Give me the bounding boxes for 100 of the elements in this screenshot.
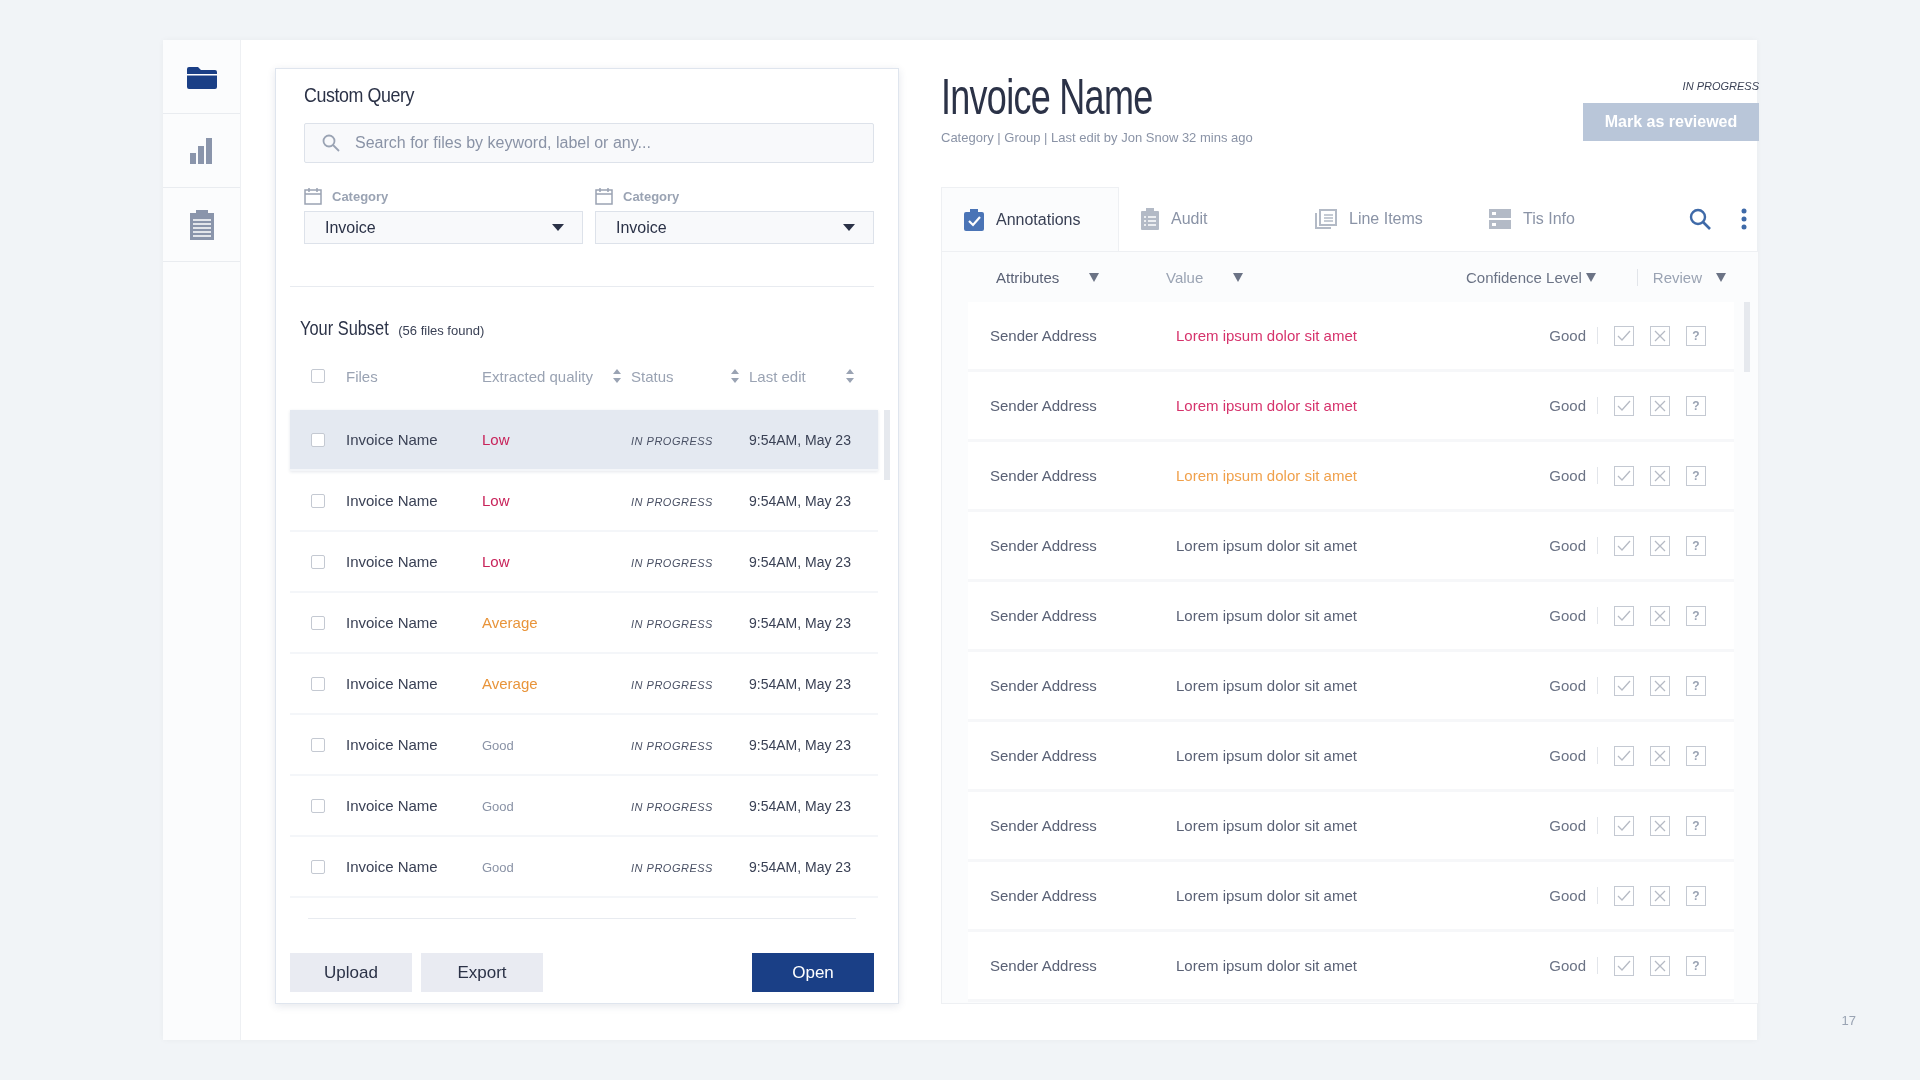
tab[interactable]: Annotations [941,186,1119,252]
attribute-value: Lorem ipsum dolor sit amet [1176,607,1357,624]
action-button[interactable]: Open [752,953,874,992]
filter-label: Category [332,188,389,204]
column-header[interactable]: Files [346,367,378,385]
select-all-checkbox[interactable] [311,369,325,383]
search-icon[interactable] [1689,208,1711,230]
search-icon [322,134,340,152]
tab[interactable]: Tis Info [1467,187,1641,251]
help-button[interactable]: ? [1686,465,1706,486]
bar-chart-icon [189,137,214,164]
reject-button[interactable] [1650,885,1670,906]
document-title: Invoice Name [941,68,1153,126]
column-header[interactable]: Last edit [749,367,806,385]
reject-button[interactable] [1650,815,1670,836]
approve-button[interactable] [1614,815,1634,836]
attribute-value: Lorem ipsum dolor sit amet [1176,397,1357,414]
clipboard-icon [189,209,214,240]
file-row[interactable]: Invoice Name Good IN PROGRESS 9:54AM, May 23 [290,776,878,837]
quality-label: Low [482,553,510,570]
more-options-icon[interactable] [1741,208,1747,230]
reject-button[interactable] [1650,605,1670,626]
confidence-level: Good [1549,817,1598,834]
reject-button[interactable] [1650,395,1670,416]
row-checkbox[interactable] [311,798,325,813]
caret-icon[interactable] [1716,272,1726,282]
filter-label: Category [623,188,680,204]
reject-button[interactable] [1650,745,1670,766]
action-button[interactable]: Export [421,953,543,992]
attribute-name: Sender Address [989,817,1098,834]
caret-icon[interactable] [1233,272,1244,282]
caret-icon[interactable] [1089,272,1100,282]
category-dropdown[interactable]: Invoice [595,211,874,244]
file-row[interactable]: Invoice Name Good IN PROGRESS 9:54AM, May 23 [290,715,878,776]
category-dropdown[interactable]: Invoice [304,211,583,244]
help-button[interactable]: ? [1686,605,1706,626]
row-checkbox[interactable] [311,859,325,874]
row-checkbox[interactable] [311,676,325,691]
approve-button[interactable] [1614,605,1634,626]
column-header[interactable]: Extracted quality [482,367,593,385]
column-header[interactable]: Value [1166,268,1204,286]
approve-button[interactable] [1614,395,1634,416]
scrollbar[interactable] [884,410,890,480]
file-row[interactable]: Invoice Name Average IN PROGRESS 9:54AM, May 23 [290,593,878,654]
reject-button[interactable] [1650,535,1670,556]
file-row[interactable]: Invoice Name Good IN PROGRESS 9:54AM, May 23 [290,837,878,898]
tab[interactable]: Line Items [1293,187,1467,251]
file-row[interactable]: Invoice Name Low IN PROGRESS 9:54AM, May 23 [290,532,878,593]
row-checkbox[interactable] [311,615,325,630]
approve-button[interactable] [1614,675,1634,696]
help-button[interactable]: ? [1686,745,1706,766]
sort-icon[interactable] [731,369,739,383]
row-checkbox[interactable] [311,554,325,569]
folder-icon [186,64,217,89]
row-checkbox[interactable] [311,737,325,752]
status-label: IN PROGRESS [631,618,713,630]
reject-button[interactable] [1650,465,1670,486]
column-header[interactable]: Confidence Level [1466,268,1582,286]
search-field[interactable]: Search for files by keyword, label or any... [304,123,874,163]
quality-label: Good [482,860,514,875]
last-edit: 9:54AM, May 23 [749,798,851,814]
caret-icon[interactable] [1585,272,1596,282]
status-label: IN PROGRESS [631,801,713,813]
calendar-icon [595,187,613,205]
approve-button[interactable] [1614,465,1634,486]
help-button[interactable]: ? [1686,395,1706,416]
help-button[interactable]: ? [1686,675,1706,696]
sort-icon[interactable] [846,369,854,383]
help-button[interactable]: ? [1686,535,1706,556]
attribute-value: Lorem ipsum dolor sit amet [1176,537,1357,554]
column-header[interactable]: Review [1652,268,1702,286]
calendar-icon [304,187,322,205]
help-button[interactable]: ? [1686,885,1706,906]
file-row[interactable]: Invoice Name Low IN PROGRESS 9:54AM, May 23 [290,410,878,471]
reject-button[interactable] [1650,955,1670,976]
attribute-name: Sender Address [989,677,1098,694]
help-button[interactable]: ? [1686,955,1706,976]
file-row[interactable]: Invoice Name Low IN PROGRESS 9:54AM, May 23 [290,471,878,532]
row-checkbox[interactable] [311,432,325,447]
help-button[interactable]: ? [1686,815,1706,836]
row-checkbox[interactable] [311,493,325,508]
confidence-level: Good [1549,397,1598,414]
sort-icon[interactable] [613,369,621,383]
confidence-level: Good [1549,747,1598,764]
approve-button[interactable] [1614,955,1634,976]
approve-button[interactable] [1614,535,1634,556]
reject-button[interactable] [1650,325,1670,346]
column-header[interactable]: Status [631,367,674,385]
column-header[interactable]: Attributes [996,268,1060,286]
last-edit: 9:54AM, May 23 [749,493,851,509]
approve-button[interactable] [1614,745,1634,766]
action-button[interactable]: Upload [290,953,412,992]
help-button[interactable]: ? [1686,325,1706,346]
reject-button[interactable] [1650,675,1670,696]
file-row[interactable]: Invoice Name Average IN PROGRESS 9:54AM, May 23 [290,654,878,715]
clipboard-icon [1141,208,1159,230]
tab[interactable]: Audit [1119,187,1293,251]
panel-title: Custom Query [304,83,416,107]
approve-button[interactable] [1614,325,1634,346]
approve-button[interactable] [1614,885,1634,906]
